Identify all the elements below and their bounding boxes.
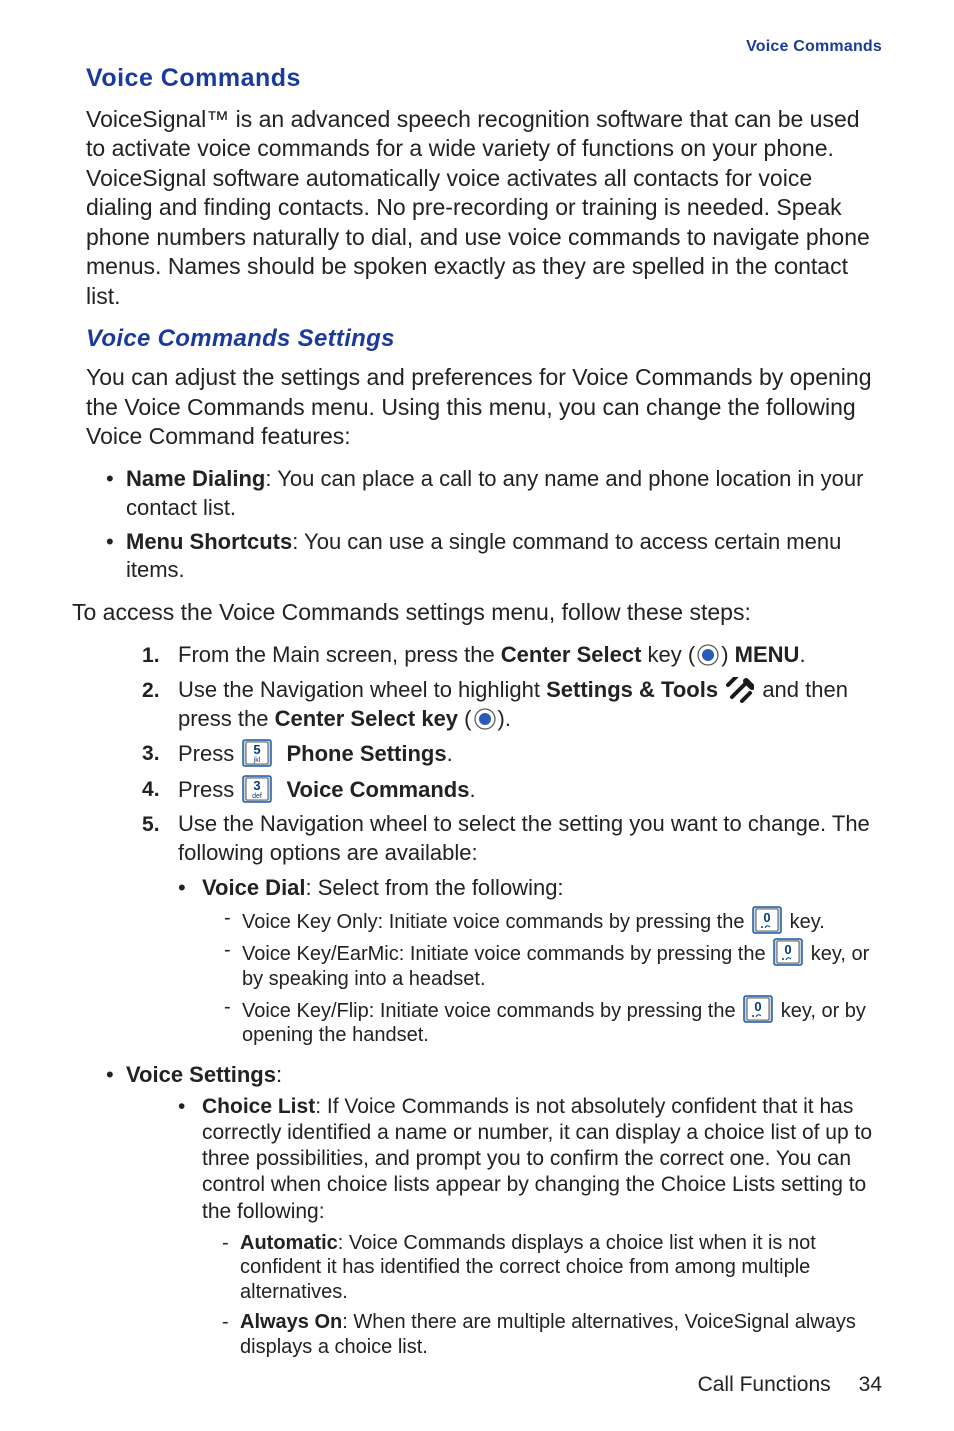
- vd2-pre: Voice Key/Flip: Initiate voice commands …: [242, 1000, 741, 1022]
- svg-text:3: 3: [254, 778, 261, 793]
- step4-pre: Press: [178, 777, 240, 802]
- feature-list: Name Dialing: You can place a call to an…: [106, 465, 882, 584]
- svg-text:0: 0: [763, 910, 770, 925]
- voice-dial-tail: : Select from the following:: [306, 875, 564, 900]
- access-text: To access the Voice Commands settings me…: [72, 598, 882, 627]
- voice-settings-heading: Voice Settings:: [106, 1062, 882, 1088]
- step-3: Press 5jkl Phone Settings.: [142, 739, 882, 769]
- voice-settings-sublist: Choice List: If Voice Commands is not ab…: [178, 1094, 882, 1359]
- steps-list: From the Main screen, press the Center S…: [142, 641, 882, 1047]
- vd-earmic: Voice Key/EarMic: Initiate voice command…: [224, 938, 882, 991]
- key-0-icon: 0: [752, 906, 782, 934]
- voice-dial-item: Voice Dial: Select from the following: V…: [178, 874, 882, 1048]
- step2-tail: (: [458, 706, 471, 731]
- vd1-pre: Voice Key/EarMic: Initiate voice command…: [242, 943, 771, 965]
- key-0-icon-2: 0: [773, 938, 803, 966]
- key-5-icon: 5jkl: [242, 739, 272, 767]
- feature-menu-shortcuts: Menu Shortcuts: You can use a single com…: [106, 528, 882, 584]
- svg-text:0: 0: [785, 942, 792, 957]
- voice-dial-label: Voice Dial: [202, 875, 306, 900]
- step1-end: .: [799, 642, 805, 667]
- center-select-key-icon: [697, 644, 719, 666]
- vd-flip: Voice Key/Flip: Initiate voice commands …: [224, 995, 882, 1048]
- settings-intro: You can adjust the settings and preferen…: [86, 363, 882, 451]
- voice-dial-options: Voice Key Only: Initiate voice commands …: [224, 906, 882, 1048]
- key-3-icon: 3def: [242, 775, 272, 803]
- svg-text:jkl: jkl: [253, 757, 261, 764]
- section-title-voice-commands: Voice Commands: [86, 64, 882, 93]
- step-2: Use the Navigation wheel to highlight Se…: [142, 676, 882, 733]
- step3-label: Phone Settings: [286, 741, 446, 766]
- step1-close: ): [721, 642, 734, 667]
- step2-pre: Use the Navigation wheel to highlight: [178, 677, 546, 702]
- svg-text:0: 0: [755, 999, 762, 1014]
- step-1: From the Main screen, press the Center S…: [142, 641, 882, 670]
- step-5: Use the Navigation wheel to select the s…: [142, 810, 882, 1047]
- vd0-pre: Voice Key Only: Initiate voice commands …: [242, 911, 750, 933]
- step2-settings-tools: Settings & Tools: [546, 677, 718, 702]
- page-footer: Call Functions 34: [698, 1373, 882, 1397]
- key-0-icon-3: 0: [743, 995, 773, 1023]
- feature-name-label: Name Dialing: [126, 466, 265, 491]
- step3-pre: Press: [178, 741, 240, 766]
- cl-automatic: Automatic: Voice Commands displays a cho…: [222, 1231, 882, 1304]
- step4-end: .: [469, 777, 475, 802]
- center-select-key-icon-2: [474, 708, 496, 730]
- voice-settings-colon: :: [276, 1062, 282, 1087]
- step5-sublist: Voice Dial: Select from the following: V…: [178, 874, 882, 1048]
- feature-name-dialing: Name Dialing: You can place a call to an…: [106, 465, 882, 521]
- svg-text:def: def: [252, 793, 262, 800]
- chapter-name: Call Functions: [698, 1373, 831, 1396]
- step1-pre: From the Main screen, press the: [178, 642, 501, 667]
- page-number: 34: [859, 1373, 882, 1396]
- intro-paragraph: VoiceSignal™ is an advanced speech recog…: [86, 105, 882, 311]
- step1-menu: MENU: [735, 642, 800, 667]
- step1-center-select: Center Select: [501, 642, 642, 667]
- choice-list-options: Automatic: Voice Commands displays a cho…: [222, 1231, 882, 1359]
- step3-end: .: [447, 741, 453, 766]
- step2-center-select-key: Center Select key: [275, 706, 458, 731]
- step4-label: Voice Commands: [286, 777, 469, 802]
- vd0-tail: key.: [790, 911, 825, 933]
- svg-text:5: 5: [254, 742, 261, 757]
- step2-close: ).: [498, 706, 511, 731]
- settings-tools-icon: [726, 677, 754, 703]
- cl-always-on: Always On: When there are multiple alter…: [222, 1310, 882, 1359]
- running-head: Voice Commands: [72, 38, 882, 56]
- choice-list-item: Choice List: If Voice Commands is not ab…: [178, 1094, 882, 1359]
- voice-settings-label: Voice Settings: [126, 1062, 276, 1087]
- cl-always-name: Always On: [240, 1311, 342, 1333]
- choice-list-name: Choice List: [202, 1095, 315, 1118]
- subsection-title-vc-settings: Voice Commands Settings: [86, 325, 882, 353]
- vd-key-only: Voice Key Only: Initiate voice commands …: [224, 906, 882, 934]
- cl-auto-name: Automatic: [240, 1232, 338, 1254]
- step-4: Press 3def Voice Commands.: [142, 775, 882, 805]
- step5-text: Use the Navigation wheel to select the s…: [178, 811, 870, 865]
- step1-tail1: key (: [641, 642, 695, 667]
- feature-menu-label: Menu Shortcuts: [126, 529, 292, 554]
